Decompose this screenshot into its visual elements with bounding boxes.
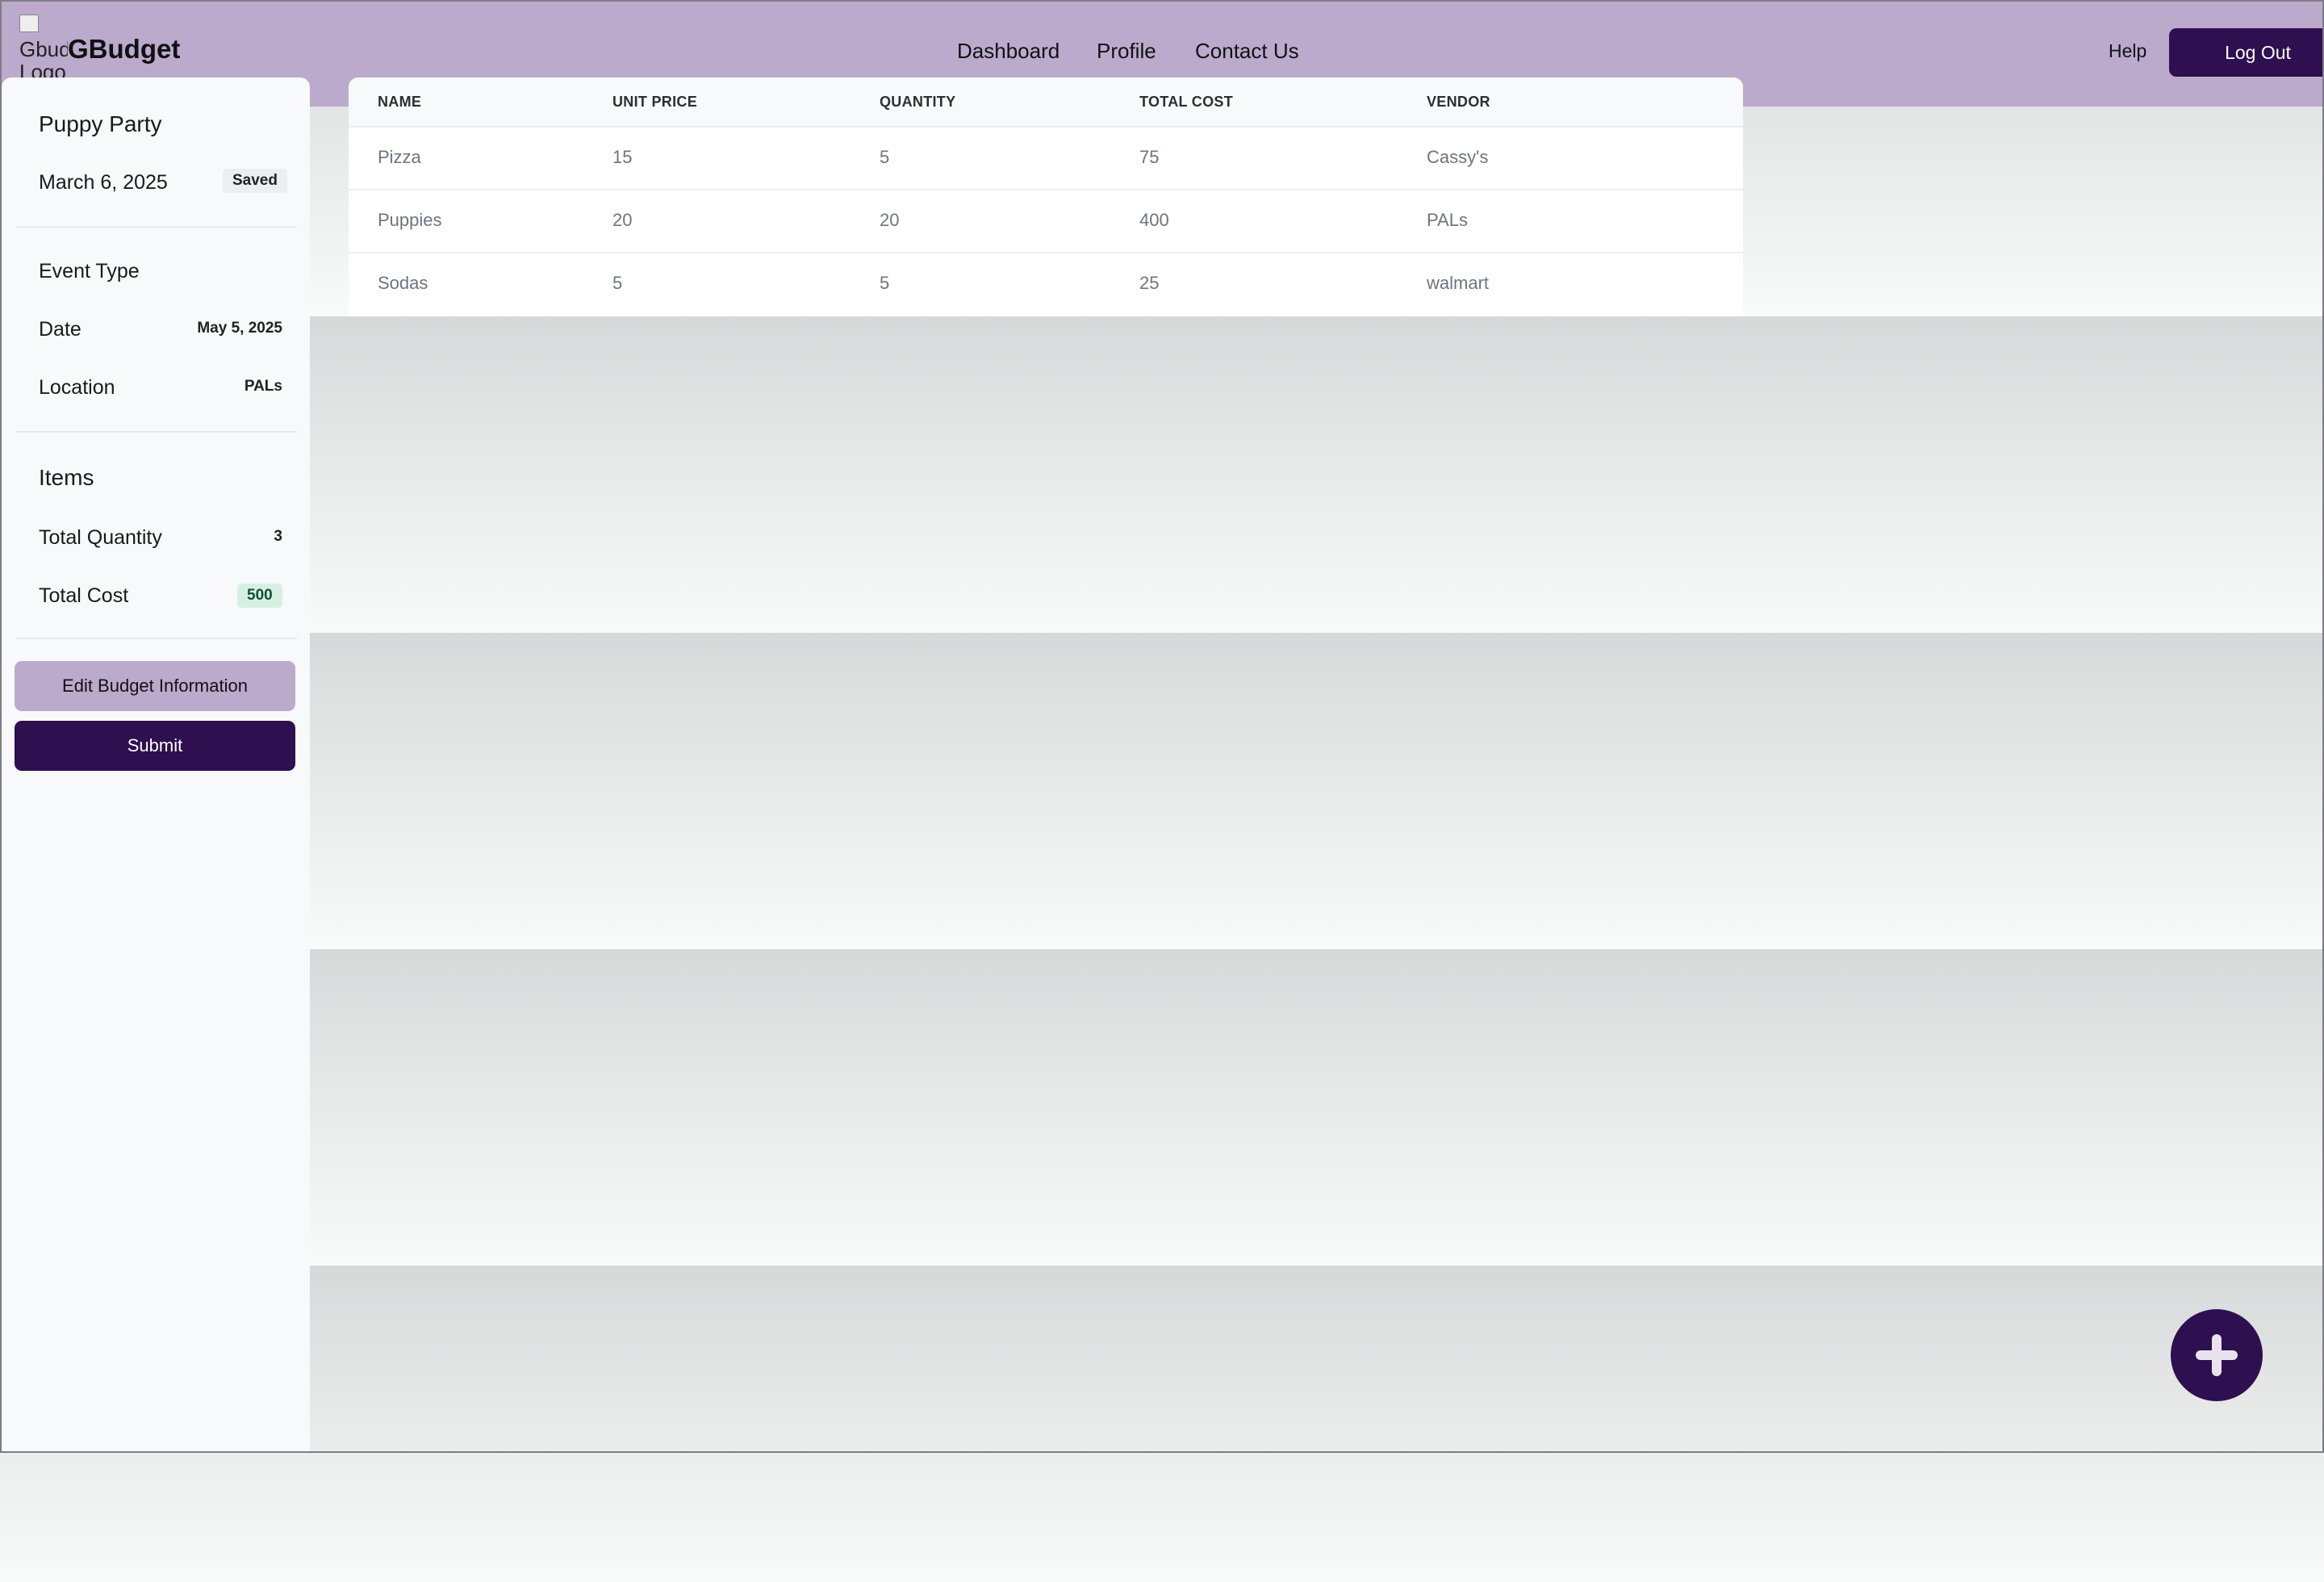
total-cost-label: Total Cost <box>39 584 129 607</box>
logo-image[interactable]: Gbudget Logo <box>19 15 68 81</box>
background-band <box>0 316 2324 633</box>
total-cost-badge: 500 <box>237 584 282 608</box>
add-item-button[interactable] <box>2171 1309 2263 1401</box>
total-quantity-value: 3 <box>274 528 282 545</box>
date-value: May 5, 2025 <box>197 320 282 337</box>
budget-sidebar: Puppy Party March 6, 2025 Saved Event Ty… <box>2 77 310 1451</box>
column-header-total-cost[interactable]: TOTAL COST <box>1139 94 1233 111</box>
cell-unit-price: 5 <box>612 273 623 293</box>
cell-name: Sodas <box>378 273 428 293</box>
location-value: PALs <box>244 378 282 395</box>
divider <box>16 226 297 228</box>
table-row[interactable]: Puppies 20 20 400 PALs <box>349 189 1743 253</box>
date-label: Date <box>39 318 82 341</box>
cell-vendor: walmart <box>1427 273 1490 293</box>
cell-vendor: Cassy's <box>1427 147 1489 167</box>
event-type-label: Event Type <box>39 260 140 282</box>
budget-items-table: NAME UNIT PRICE QUANTITY TOTAL COST VEND… <box>349 77 1743 316</box>
cell-total-cost: 25 <box>1139 273 1160 293</box>
nav-link-dashboard[interactable]: Dashboard <box>957 39 1060 64</box>
logout-button[interactable]: Log Out <box>2169 28 2324 77</box>
budget-title: Puppy Party <box>39 111 162 136</box>
total-quantity-label: Total Quantity <box>39 526 162 549</box>
background-band <box>0 1266 2324 1582</box>
table-header: NAME UNIT PRICE QUANTITY TOTAL COST VEND… <box>349 77 1743 126</box>
cell-quantity: 5 <box>880 147 890 167</box>
column-header-vendor[interactable]: VENDOR <box>1427 94 1490 111</box>
cell-total-cost: 75 <box>1139 147 1160 167</box>
cell-unit-price: 20 <box>612 210 633 230</box>
cell-total-cost: 400 <box>1139 210 1169 230</box>
brand-name[interactable]: GBudget <box>68 34 180 65</box>
status-badge: Saved <box>223 169 287 193</box>
location-label: Location <box>39 376 115 399</box>
column-header-name[interactable]: NAME <box>378 94 421 111</box>
table-row[interactable]: Pizza 15 5 75 Cassy's <box>349 126 1743 190</box>
divider <box>16 431 297 433</box>
cell-quantity: 20 <box>880 210 900 230</box>
cell-name: Pizza <box>378 147 421 167</box>
plus-icon <box>2196 1334 2238 1376</box>
divider <box>16 638 297 639</box>
cell-name: Puppies <box>378 210 442 230</box>
table-row[interactable]: Sodas 5 5 25 walmart <box>349 252 1743 316</box>
nav-link-contact-us[interactable]: Contact Us <box>1195 39 1299 64</box>
submit-button[interactable]: Submit <box>15 721 295 771</box>
broken-image-icon <box>19 15 39 32</box>
created-date: March 6, 2025 <box>39 171 168 194</box>
column-header-quantity[interactable]: QUANTITY <box>880 94 955 111</box>
cell-unit-price: 15 <box>612 147 633 167</box>
edit-budget-button[interactable]: Edit Budget Information <box>15 661 295 711</box>
logo-alt-text: Gbudget Logo <box>19 37 68 81</box>
column-header-unit-price[interactable]: UNIT PRICE <box>612 94 697 111</box>
nav-link-profile[interactable]: Profile <box>1097 39 1156 64</box>
items-heading: Items <box>39 465 94 490</box>
background-band <box>0 633 2324 949</box>
help-link[interactable]: Help <box>2109 40 2146 62</box>
background-band <box>0 949 2324 1266</box>
cell-quantity: 5 <box>880 273 890 293</box>
cell-vendor: PALs <box>1427 210 1468 230</box>
